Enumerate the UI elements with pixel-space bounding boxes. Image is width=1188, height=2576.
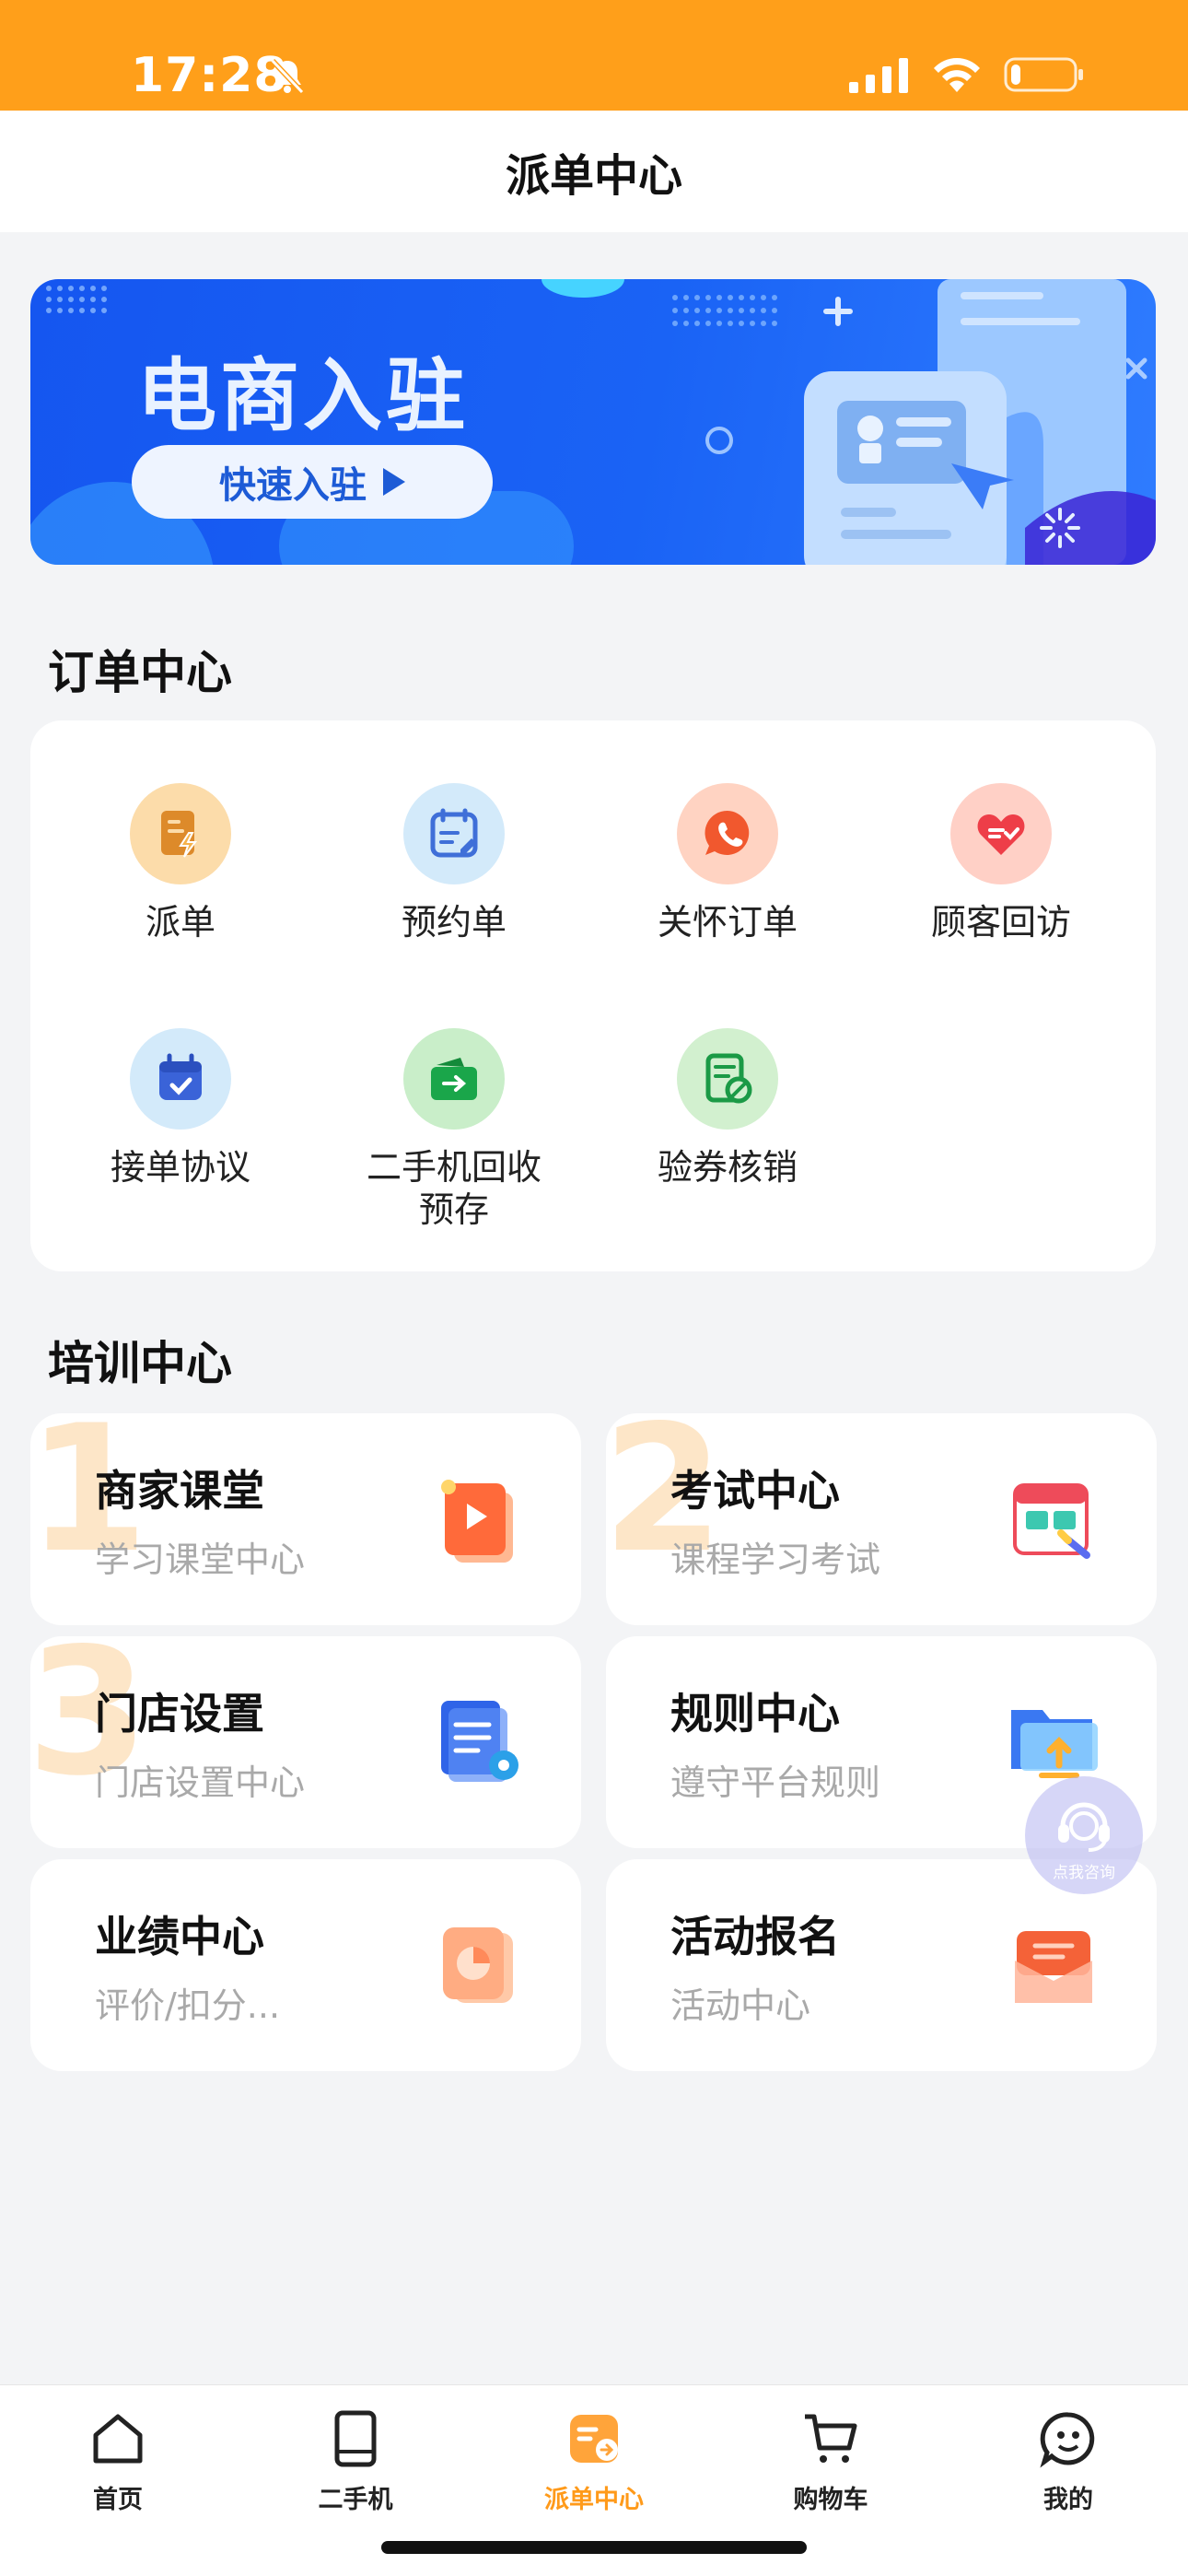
order-item-label: 验券核销 (657, 1147, 798, 1188)
training-card-title: 考试中心 (670, 1466, 840, 1516)
play-arrow-icon (383, 468, 405, 496)
video-book-icon (441, 1480, 513, 1563)
training-card-performance-center[interactable]: 业绩中心 评价/扣分... (30, 1859, 581, 2071)
tab-cart[interactable]: 购物车 (748, 2409, 914, 2515)
silent-bell-icon (269, 57, 306, 100)
order-item-label: 关怀订单 (657, 902, 798, 943)
nav-bar: 派单中心 (0, 111, 1188, 232)
order-item-label: 二手机回收预存 (367, 1147, 542, 1230)
dispatch-icon (130, 783, 231, 884)
wifi-icon (930, 55, 984, 98)
training-card-merchant-class[interactable]: 1 商家课堂 学习课堂中心 (30, 1413, 581, 1625)
banner-title: 电商入驻 (137, 350, 469, 442)
training-card-subtitle: 评价/扣分... (95, 1985, 281, 2026)
training-card-subtitle: 活动中心 (670, 1985, 811, 2026)
consult-label: 点我咨询 (1053, 1863, 1115, 1882)
envelope-icon (1015, 1931, 1092, 2003)
cart-icon (805, 2414, 857, 2463)
training-card-title: 业绩中心 (95, 1912, 264, 1961)
training-card-title: 商家课堂 (95, 1466, 264, 1516)
training-card-store-settings[interactable]: 3 门店设置 门店设置中心 (30, 1636, 581, 1848)
promo-banner[interactable]: 电商入驻 快速入驻 (30, 279, 1156, 565)
order-item-label: 接单协议 (110, 1147, 250, 1188)
heart-chat-icon (950, 783, 1052, 884)
tab-home[interactable]: 首页 (35, 2409, 201, 2515)
smile-icon (1040, 2412, 1095, 2468)
tab-second-hand[interactable]: 二手机 (273, 2409, 438, 2515)
order-item-label: 顾客回访 (930, 902, 1071, 943)
order-item-dispatch[interactable]: 派单 (61, 783, 300, 943)
order-item-agreement[interactable]: 接单协议 (61, 1028, 300, 1188)
status-indicators (849, 55, 1085, 98)
status-bar: 17:28 (0, 0, 1188, 111)
home-indicator[interactable] (381, 2541, 807, 2554)
pie-chart-icon (443, 1927, 513, 2003)
exam-calendar-icon (1013, 1483, 1090, 1559)
order-item-label: 预约单 (401, 902, 507, 943)
tab-label: 我的 (1043, 2486, 1093, 2514)
tab-label: 二手机 (318, 2486, 393, 2514)
training-center-title: 培训中心 (48, 1337, 232, 1390)
tab-label: 购物车 (793, 2486, 868, 2514)
order-center-title: 订单中心 (48, 646, 232, 699)
coupon-verify-icon (677, 1028, 778, 1130)
tab-mine[interactable]: 我的 (985, 2409, 1151, 2515)
quick-join-button[interactable]: 快速入驻 (132, 445, 493, 519)
training-card-subtitle: 门店设置中心 (95, 1762, 306, 1803)
dispatch-tab-icon (570, 2415, 618, 2463)
training-card-subtitle: 遵守平台规则 (670, 1762, 881, 1803)
training-card-subtitle: 课程学习考试 (670, 1540, 881, 1580)
order-item-care[interactable]: 关怀订单 (608, 783, 847, 943)
phone-chat-icon (677, 783, 778, 884)
calendar-check-icon (130, 1028, 231, 1130)
tablet-icon (334, 2410, 377, 2467)
wallet-transfer-icon (403, 1028, 505, 1130)
order-item-coupon-verify[interactable]: 验券核销 (608, 1028, 847, 1188)
battery-icon (1004, 55, 1085, 98)
training-card-title: 规则中心 (670, 1689, 840, 1739)
appointment-calendar-icon (403, 783, 505, 884)
headset-icon (1058, 1802, 1110, 1852)
tab-label: 派单中心 (544, 2486, 644, 2514)
status-time: 17:28 (131, 48, 288, 103)
order-center-card: 派单 预约单 关怀订单 顾客回访 接单协议 二手机回收预存 验券核销 (30, 720, 1156, 1271)
document-gear-icon (441, 1701, 518, 1782)
order-item-label: 派单 (145, 902, 215, 943)
tab-dispatch-center[interactable]: 派单中心 (511, 2409, 677, 2515)
tab-label: 首页 (93, 2486, 143, 2514)
order-item-appointment[interactable]: 预约单 (334, 783, 574, 943)
home-icon (93, 2414, 143, 2464)
training-card-exam-center[interactable]: 2 考试中心 课程学习考试 (606, 1413, 1157, 1625)
signal-icon (849, 56, 910, 97)
order-item-recycle-deposit[interactable]: 二手机回收预存 (334, 1028, 574, 1231)
training-card-title: 门店设置 (95, 1689, 264, 1739)
order-item-revisit[interactable]: 顾客回访 (881, 783, 1121, 943)
consult-button[interactable]: 点我咨询 (1025, 1776, 1143, 1894)
page-title: 派单中心 (505, 150, 682, 202)
quick-join-label: 快速入驻 (219, 464, 367, 507)
training-card-subtitle: 学习课堂中心 (95, 1540, 306, 1580)
training-card-title: 活动报名 (670, 1912, 840, 1961)
